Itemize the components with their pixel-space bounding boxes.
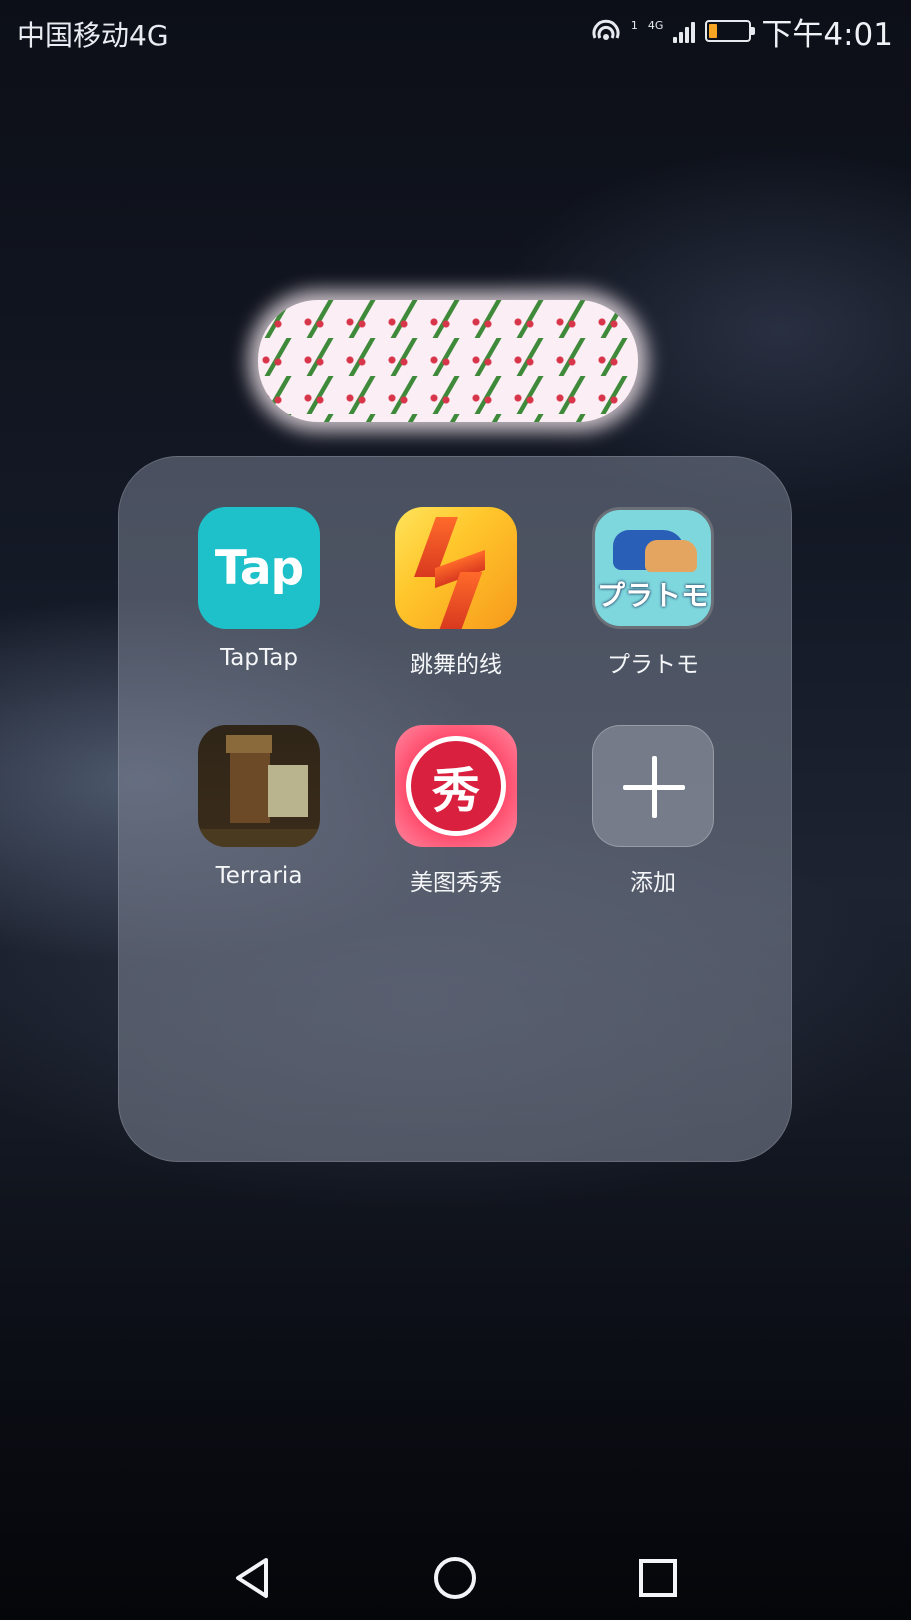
add-app-button[interactable]: 添加: [553, 725, 753, 897]
network-superscript: 1: [630, 18, 638, 32]
app-label: 跳舞的线: [410, 652, 502, 678]
home-icon[interactable]: [425, 1548, 485, 1608]
folder-panel: Tap TapTap 跳舞的线 プラトモ プラトモ Terraria 秀 美图秀…: [118, 456, 792, 1162]
plus-vertical: [652, 756, 657, 818]
meitu-badge: 秀: [406, 736, 506, 836]
puratomo-logo-text: プラトモ: [596, 579, 709, 612]
meitu-icon: 秀: [395, 725, 517, 847]
terraria-icon: [198, 725, 320, 847]
terraria-ground: [198, 829, 320, 847]
add-icon: [592, 725, 714, 847]
hotspot-icon: [592, 19, 620, 40]
status-bar: 中国移动4G 1 4G 下午4:01: [0, 0, 911, 62]
taptap-logo-text: Tap: [214, 540, 304, 596]
app-label: 添加: [630, 870, 676, 896]
terraria-map: [268, 765, 308, 817]
battery-fill: [709, 24, 718, 38]
network-type-label: 4G: [647, 18, 664, 32]
back-icon[interactable]: [222, 1548, 282, 1608]
app-puratomo[interactable]: プラトモ プラトモ: [553, 507, 753, 679]
app-meitu[interactable]: 秀 美图秀秀: [356, 725, 556, 897]
signal-icon: [673, 19, 696, 43]
carrier-name: 中国移动4G: [17, 19, 169, 52]
app-terraria[interactable]: Terraria: [159, 725, 359, 889]
app-taptap[interactable]: Tap TapTap: [159, 507, 359, 671]
app-label: TapTap: [220, 645, 298, 671]
battery-icon: [705, 20, 756, 42]
puratomo-icon: プラトモ: [592, 507, 714, 629]
app-label: 美图秀秀: [410, 870, 502, 896]
terraria-hat: [226, 735, 272, 753]
clock: 下午4:01: [761, 16, 893, 53]
app-dancing-line[interactable]: 跳舞的线: [356, 507, 556, 679]
app-label: プラトモ: [607, 652, 699, 678]
folder-title-field[interactable]: [258, 300, 638, 422]
shoe-graphic: [645, 540, 697, 572]
navigation-bar: [0, 1530, 911, 1620]
recents-icon[interactable]: [628, 1548, 688, 1608]
status-icons: 1 4G 下午4:01: [591, 12, 893, 53]
taptap-icon: Tap: [198, 507, 320, 629]
dancing-line-icon: [395, 507, 517, 629]
app-label: Terraria: [215, 863, 303, 889]
terraria-character: [230, 753, 270, 823]
